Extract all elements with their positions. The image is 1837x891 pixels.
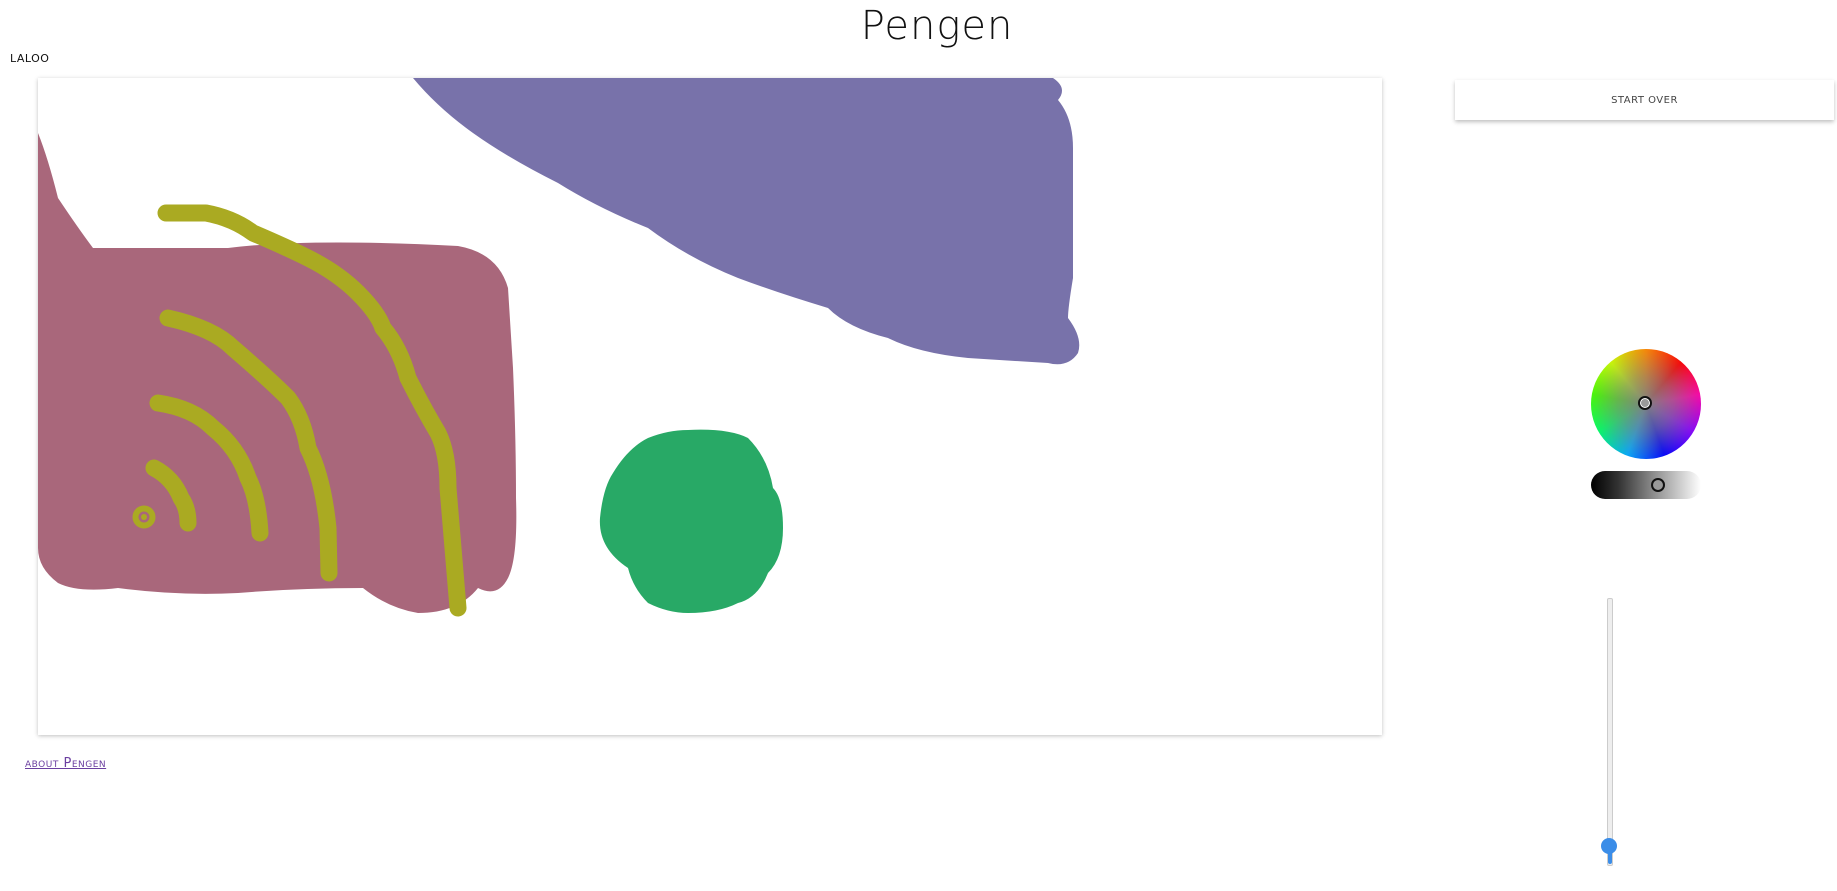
start-over-button[interactable]: START OVER [1455,80,1834,120]
user-name: LALOO [10,52,50,65]
lightness-slider-handle[interactable] [1651,478,1665,492]
lightness-slider[interactable] [1591,471,1701,499]
brush-size-slider-thumb[interactable] [1601,838,1617,854]
drawing-canvas[interactable] [38,78,1382,735]
green-circle [599,429,783,613]
page-title: Pengen [860,3,1014,49]
purple-blob [413,78,1080,365]
brush-size-slider-track[interactable] [1607,598,1613,866]
color-wheel-handle[interactable] [1638,396,1652,410]
about-link[interactable]: about Pengen [25,756,106,771]
